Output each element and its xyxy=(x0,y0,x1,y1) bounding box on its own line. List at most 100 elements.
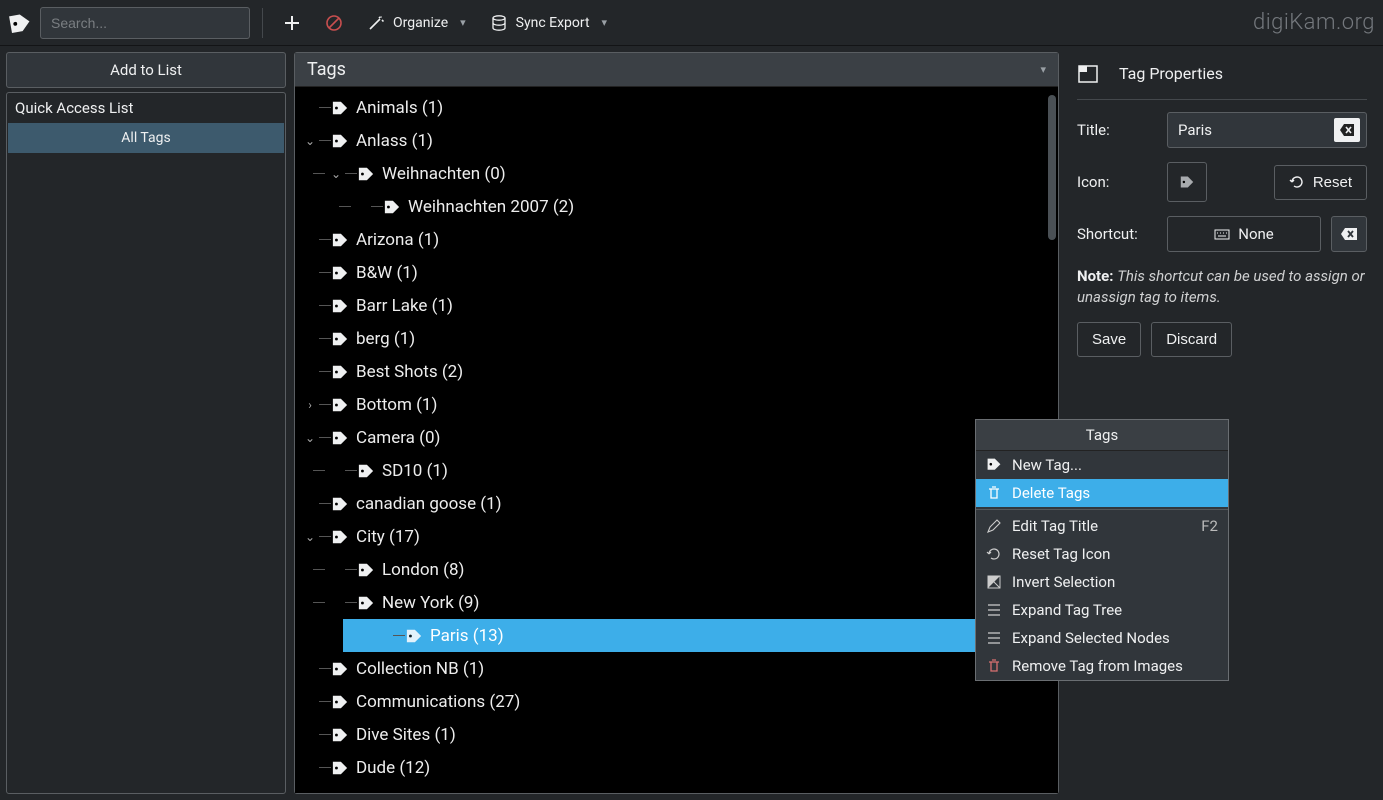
tag-tree-item[interactable]: Animals (1) xyxy=(295,91,1058,124)
expander-icon[interactable]: ⌄ xyxy=(327,167,345,181)
add-to-list-button[interactable]: Add to List xyxy=(6,52,286,88)
title-value: Paris xyxy=(1178,121,1334,139)
reset-icon xyxy=(1289,174,1305,190)
context-menu-title: Tags xyxy=(976,420,1228,451)
tag-icon xyxy=(331,265,349,281)
wand-icon xyxy=(367,14,385,32)
tag-tree-item[interactable]: Weihnachten 2007 (2) xyxy=(295,190,1058,223)
tag-icon xyxy=(357,595,375,611)
tag-label: Barr Lake (1) xyxy=(356,296,453,316)
sync-export-menu-button[interactable]: Sync Export ▾ xyxy=(482,10,615,36)
shortcut-selector[interactable]: None xyxy=(1167,216,1321,252)
organize-menu-button[interactable]: Organize ▾ xyxy=(359,10,474,36)
ctx-item-label: Expand Selected Nodes xyxy=(1012,629,1170,647)
chevron-down-icon: ▾ xyxy=(1040,63,1046,76)
tag-tree-item[interactable]: Best Shots (2) xyxy=(295,355,1058,388)
tag-tree-item[interactable]: Communications (27) xyxy=(295,685,1058,718)
tags-panel-header[interactable]: Tags ▾ xyxy=(295,53,1058,87)
expander-icon[interactable]: ⌄ xyxy=(301,530,319,544)
tag-tree-item[interactable]: Arizona (1) xyxy=(295,223,1058,256)
tag-label: Dude (12) xyxy=(356,758,430,778)
tag-tree-item[interactable]: London (8) xyxy=(295,553,1058,586)
chevron-down-icon: ▾ xyxy=(602,16,608,29)
tags-tree[interactable]: Animals (1) ⌄ Anlass (1) ⌄ Weihnachten (0) We… xyxy=(295,87,1058,793)
tag-icon xyxy=(331,232,349,248)
tag-tree-item[interactable]: ›Bottom (1) xyxy=(295,388,1058,421)
tag-icon xyxy=(357,562,375,578)
tag-tree-item[interactable]: Dive Sites (1) xyxy=(295,718,1058,751)
properties-title: Tag Properties xyxy=(1119,64,1223,83)
brand-text: digiKam.org xyxy=(1253,10,1375,35)
ctx-item-label: Expand Tag Tree xyxy=(1012,601,1122,619)
clear-title-button[interactable] xyxy=(1334,118,1360,142)
add-button[interactable] xyxy=(275,10,309,36)
discard-button[interactable]: Discard xyxy=(1151,322,1232,357)
tag-tree-item[interactable]: New York (9) xyxy=(295,586,1058,619)
ctx-item-label: Remove Tag from Images xyxy=(1012,657,1183,675)
tag-label: Arizona (1) xyxy=(356,230,439,250)
tag-label: B&W (1) xyxy=(356,263,418,283)
clear-shortcut-button[interactable] xyxy=(1331,216,1367,252)
forbidden-button[interactable] xyxy=(317,10,351,36)
title-input[interactable]: Paris xyxy=(1167,112,1367,148)
tag-tree-item[interactable]: canadian goose (1) xyxy=(295,487,1058,520)
ctx-delete-tags[interactable]: Delete Tags xyxy=(976,479,1228,507)
plus-icon xyxy=(283,14,301,32)
tag-icon xyxy=(331,430,349,446)
tag-label: New York (9) xyxy=(382,593,479,613)
reset-icon-button[interactable]: Reset xyxy=(1274,165,1367,200)
tag-tree-item[interactable]: ⌄ City (17) xyxy=(295,520,1058,553)
quick-access-box: Quick Access List All Tags xyxy=(6,92,286,794)
expand-icon xyxy=(986,602,1002,618)
left-panel: Add to List Quick Access List All Tags xyxy=(6,52,286,794)
tag-tree-item[interactable]: Dude (12) xyxy=(295,751,1058,784)
tag-tree-item[interactable]: ⌄ Camera (0) xyxy=(295,421,1058,454)
tag-icon xyxy=(331,133,349,149)
ctx-reset-icon[interactable]: Reset Tag Icon xyxy=(976,540,1228,568)
tag-label: Camera (0) xyxy=(356,428,440,448)
tag-tree-item[interactable]: ⌄ Anlass (1) xyxy=(295,124,1058,157)
tag-label: berg (1) xyxy=(356,329,415,349)
tag-label: Anlass (1) xyxy=(356,131,433,151)
context-menu: Tags New Tag... Delete Tags Edit Tag Tit… xyxy=(975,419,1229,681)
ctx-expand-selected[interactable]: Expand Selected Nodes xyxy=(976,624,1228,652)
tag-icon xyxy=(331,298,349,314)
tag-icon xyxy=(1179,175,1195,189)
tag-icon xyxy=(331,727,349,743)
ctx-new-tag[interactable]: New Tag... xyxy=(976,451,1228,479)
ctx-item-label: Reset Tag Icon xyxy=(1012,545,1110,563)
quick-access-item-all-tags[interactable]: All Tags xyxy=(8,123,284,153)
ctx-invert-selection[interactable]: Invert Selection xyxy=(976,568,1228,596)
tag-tree-item[interactable]: SD10 (1) xyxy=(295,454,1058,487)
tag-label: City (17) xyxy=(356,527,420,547)
tag-tree-item[interactable]: Collection NB (1) xyxy=(295,652,1058,685)
main-area: Add to List Quick Access List All Tags T… xyxy=(0,46,1383,800)
tag-icon xyxy=(331,694,349,710)
ctx-edit-title[interactable]: Edit Tag Title F2 xyxy=(976,512,1228,540)
expander-icon[interactable]: ⌄ xyxy=(301,431,319,445)
reset-icon xyxy=(986,546,1002,562)
search-input[interactable] xyxy=(40,7,250,39)
ctx-expand-tree[interactable]: Expand Tag Tree xyxy=(976,596,1228,624)
expander-icon[interactable]: ⌄ xyxy=(301,134,319,148)
tag-tree-item[interactable]: Barr Lake (1) xyxy=(295,289,1058,322)
divider xyxy=(976,509,1228,510)
backspace-icon xyxy=(1340,227,1358,241)
tag-tree-item[interactable]: berg (1) xyxy=(295,322,1058,355)
expander-icon[interactable]: › xyxy=(301,398,319,412)
title-label: Title: xyxy=(1077,121,1157,139)
shortcut-value: None xyxy=(1238,225,1274,243)
tag-tree-item[interactable]: ⌄ Weihnachten (0) xyxy=(295,157,1058,190)
expand-icon xyxy=(986,630,1002,646)
shortcut-label: Shortcut: xyxy=(1077,225,1157,243)
tag-tree-item[interactable]: Paris (13) xyxy=(343,619,1058,652)
icon-selector[interactable] xyxy=(1167,162,1207,202)
save-button[interactable]: Save xyxy=(1077,322,1141,357)
tag-icon xyxy=(331,760,349,776)
ctx-remove-from-images[interactable]: Remove Tag from Images xyxy=(976,652,1228,680)
tag-label: canadian goose (1) xyxy=(356,494,502,514)
tag-label: Weihnachten (0) xyxy=(382,164,506,184)
tag-icon xyxy=(357,463,375,479)
tag-tree-item[interactable]: B&W (1) xyxy=(295,256,1058,289)
divider xyxy=(262,8,263,38)
